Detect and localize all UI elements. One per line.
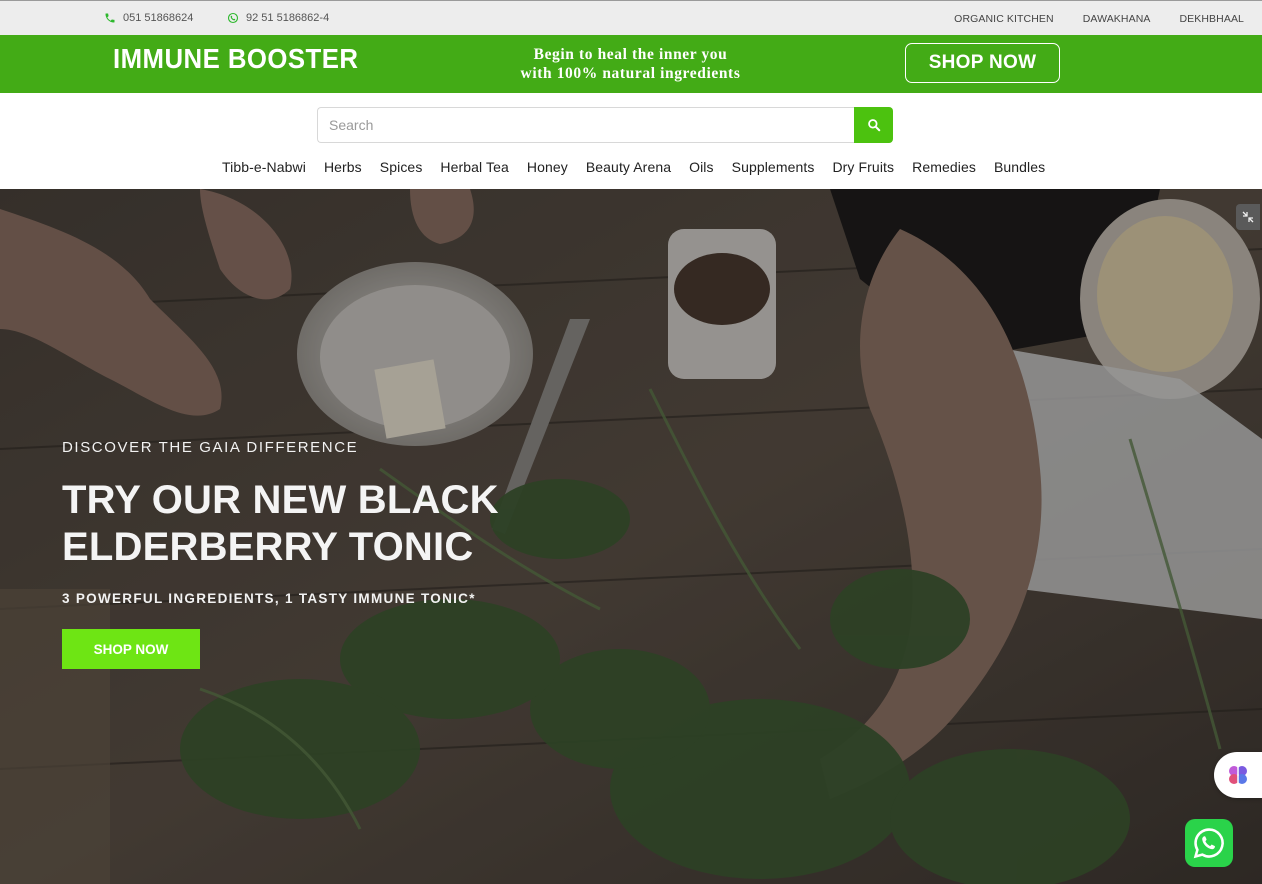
whatsapp-icon [1193, 828, 1224, 859]
nav-spices[interactable]: Spices [371, 159, 432, 175]
top-links: ORGANIC KITCHEN DAWAKHANA DEKHBHAAL [954, 13, 1244, 25]
promo-tagline-line2: with 100% natural ingredients [520, 65, 741, 82]
nav-oils[interactable]: Oils [680, 159, 723, 175]
nav-bundles[interactable]: Bundles [985, 159, 1054, 175]
search-bar [317, 107, 893, 143]
phone-number: 051 51868624 [123, 12, 194, 24]
nav-dry-fruits[interactable]: Dry Fruits [823, 159, 903, 175]
hero-subtitle: 3 POWERFUL INGREDIENTS, 1 TASTY IMMUNE T… [62, 591, 476, 606]
top-bar: 051 51868624 92 51 5186862-4 ORGANIC KIT… [0, 0, 1262, 35]
whatsapp-number: 92 51 5186862-4 [246, 12, 330, 24]
nav-tibb-e-nabwi[interactable]: Tibb-e-Nabwi [213, 159, 315, 175]
promo-title: IMMUNE BOOSTER [113, 43, 359, 74]
search-button[interactable] [854, 107, 893, 143]
nav-supplements[interactable]: Supplements [723, 159, 824, 175]
site-header: Tibb-e-Nabwi Herbs Spices Herbal Tea Hon… [0, 93, 1262, 189]
brain-icon [1229, 766, 1247, 784]
search-icon [867, 119, 880, 132]
toplink-dawakhana[interactable]: DAWAKHANA [1083, 13, 1151, 25]
phone-icon [105, 13, 115, 23]
promo-tagline-line1: Begin to heal the inner you [533, 46, 728, 63]
promo-shop-now-button[interactable]: SHOP NOW [905, 43, 1060, 83]
search-input[interactable] [317, 107, 855, 143]
hero-shop-now-button[interactable]: SHOP NOW [62, 629, 200, 669]
toplink-dekhbhaal[interactable]: DEKHBHAAL [1179, 13, 1244, 25]
promo-tagline: Begin to heal the inner you with 100% na… [488, 45, 773, 83]
whatsapp-contact[interactable]: 92 51 5186862-4 [227, 12, 329, 24]
whatsapp-icon [227, 12, 239, 24]
whatsapp-chat-button[interactable] [1185, 819, 1233, 867]
hero-eyebrow: DISCOVER THE GAIA DIFFERENCE [62, 439, 359, 456]
hero-banner: DISCOVER THE GAIA DIFFERENCE TRY OUR NEW… [0, 189, 1262, 884]
nav-herbal-tea[interactable]: Herbal Tea [431, 159, 517, 175]
toplink-organic-kitchen[interactable]: ORGANIC KITCHEN [954, 13, 1054, 25]
collapse-panel-button[interactable] [1236, 204, 1260, 230]
ai-assistant-widget[interactable] [1214, 752, 1262, 798]
nav-beauty-arena[interactable]: Beauty Arena [577, 159, 680, 175]
phone-contact[interactable]: 051 51868624 [104, 12, 193, 24]
nav-remedies[interactable]: Remedies [903, 159, 985, 175]
nav-herbs[interactable]: Herbs [315, 159, 371, 175]
nav-honey[interactable]: Honey [518, 159, 577, 175]
promo-banner[interactable]: IMMUNE BOOSTER Begin to heal the inner y… [0, 35, 1262, 93]
collapse-icon [1242, 211, 1254, 223]
hero-title: TRY OUR NEW BLACK ELDERBERRY TONIC [62, 478, 499, 569]
